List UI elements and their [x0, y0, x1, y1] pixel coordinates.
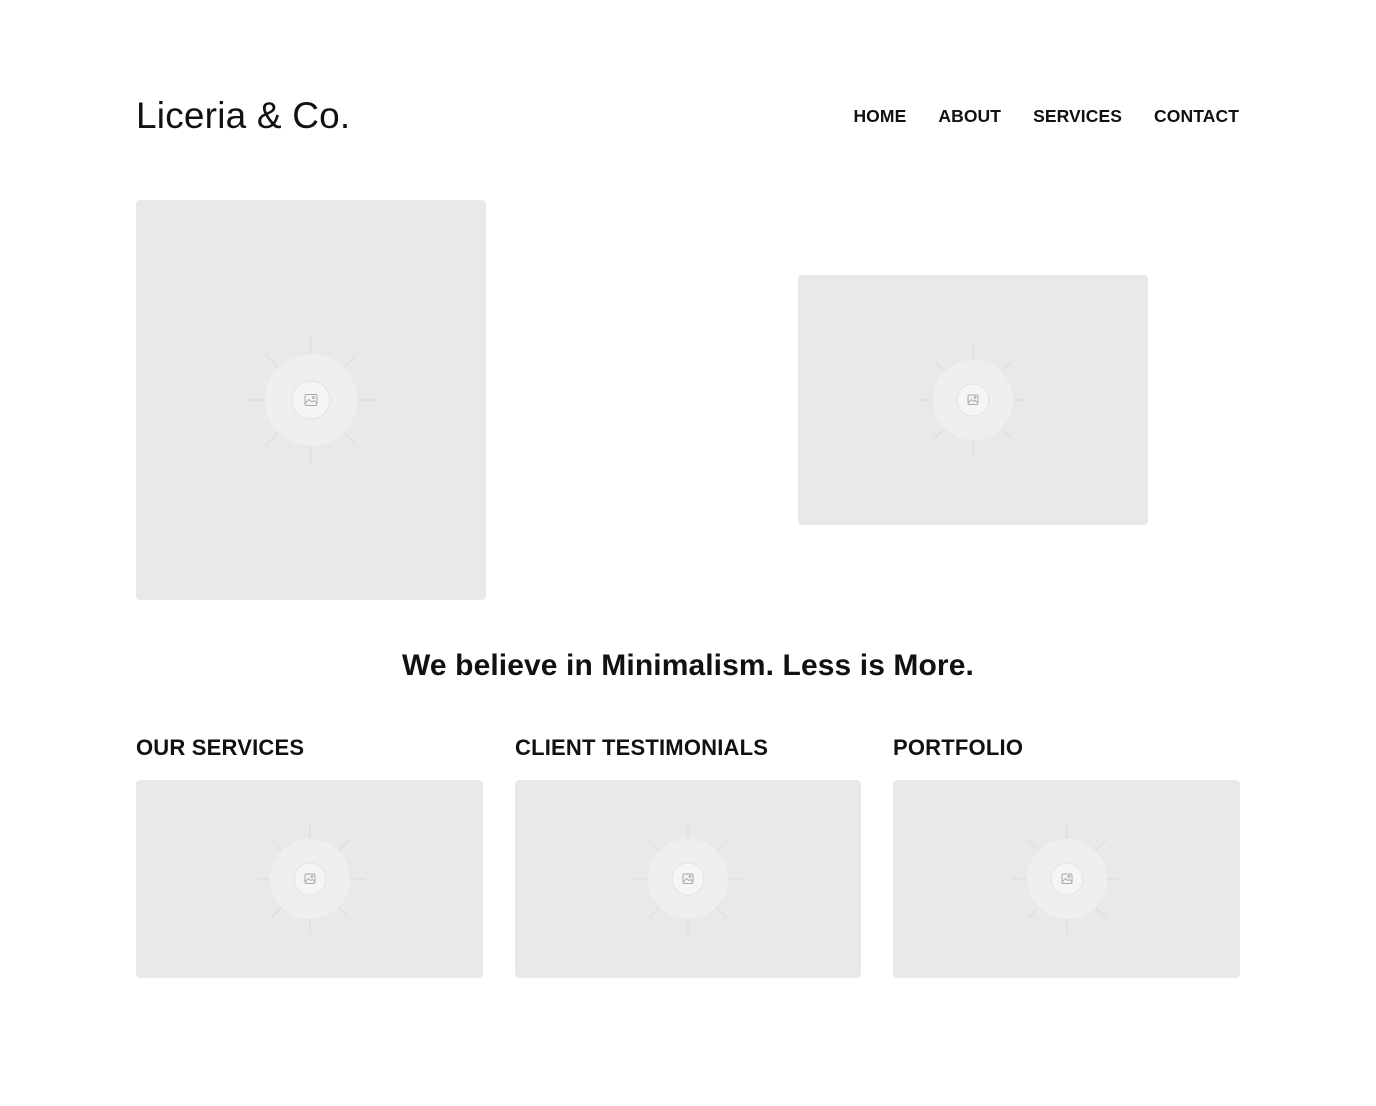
testimonials-image: [515, 780, 861, 978]
page: Liceria & Co. HOME ABOUT SERVICES CONTAC…: [0, 0, 1376, 1106]
nav-item-home[interactable]: HOME: [853, 105, 906, 127]
image-placeholder-icon: [633, 824, 743, 934]
main-nav: HOME ABOUT SERVICES CONTACT: [853, 105, 1239, 127]
nav-item-contact[interactable]: CONTACT: [1154, 105, 1239, 127]
image-placeholder-icon: [918, 345, 1028, 455]
section-title-services: OUR SERVICES: [136, 735, 305, 760]
image-placeholder-icon: [1011, 824, 1122, 934]
section-title-testimonials: CLIENT TESTIMONIALS: [515, 735, 769, 760]
hero-image-right: [798, 275, 1148, 525]
tagline: We believe in Minimalism. Less is More.: [402, 649, 974, 682]
section-title-portfolio: PORTFOLIO: [893, 735, 1024, 760]
brand-logo[interactable]: Liceria & Co.: [136, 95, 350, 137]
services-image: [136, 780, 483, 978]
portfolio-image: [893, 780, 1240, 978]
nav-item-services[interactable]: SERVICES: [1033, 105, 1122, 127]
image-placeholder-icon: [254, 824, 365, 934]
image-placeholder-icon: [246, 335, 376, 465]
hero-image-left: [136, 200, 486, 600]
nav-item-about[interactable]: ABOUT: [938, 105, 1001, 127]
